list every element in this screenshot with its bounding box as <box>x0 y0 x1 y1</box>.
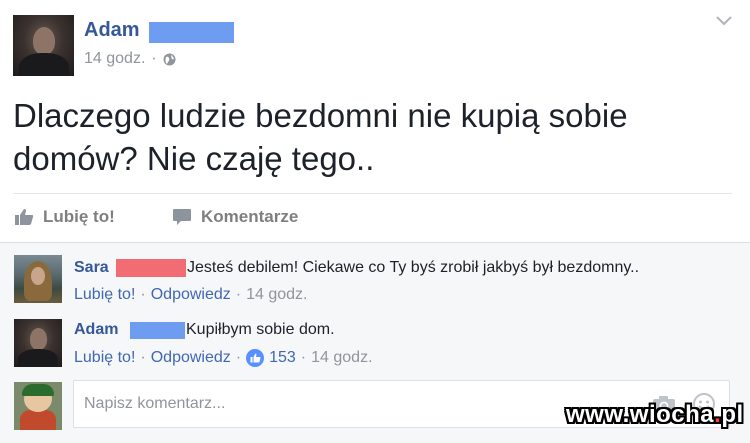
comment-time[interactable]: 14 godz. <box>311 349 372 367</box>
commenter-avatar[interactable] <box>14 255 62 303</box>
meta-separator: · <box>140 349 146 366</box>
watermark: www.wiocha.pl <box>566 401 744 429</box>
divider <box>13 193 732 194</box>
post-text: Dlaczego ludzie bezdomni nie kupią sobie… <box>13 97 628 177</box>
thumbs-up-icon <box>15 209 34 225</box>
globe-icon <box>163 53 176 66</box>
commenter-name[interactable]: Adam <box>74 321 118 339</box>
comment-meta: Lubię to! · Odpowiedz · 14 godz. <box>74 286 307 304</box>
redaction-bar <box>116 259 186 277</box>
watermark-prefix: www.wiocha <box>566 401 715 428</box>
like-badge-icon <box>246 349 265 367</box>
comment-icon <box>173 209 191 225</box>
divider <box>0 242 750 243</box>
like-button[interactable]: Lubię to! <box>14 207 115 227</box>
meta-separator: · <box>300 349 307 366</box>
redaction-bar <box>130 322 185 339</box>
comment-like-link[interactable]: Lubię to! <box>74 286 135 304</box>
author-name[interactable]: Adam <box>84 19 140 42</box>
redaction-bar <box>149 22 234 43</box>
comment-like-count[interactable]: 153 <box>269 349 296 367</box>
commenter-name[interactable]: Sara <box>74 259 109 277</box>
author-avatar[interactable] <box>13 15 74 76</box>
comment-reply-link[interactable]: Odpowiedz <box>151 286 231 304</box>
comment-time[interactable]: 14 godz. <box>246 286 307 304</box>
comment-text: Kupiłbym sobie dom. <box>186 321 335 338</box>
post-meta: 14 godz. · <box>84 50 176 68</box>
meta-separator: · <box>235 349 242 366</box>
comment-button[interactable]: Komentarze <box>172 207 298 227</box>
comment-reply-link[interactable]: Odpowiedz <box>151 349 231 367</box>
commenter-avatar[interactable] <box>14 319 62 367</box>
meta-separator: · <box>151 50 157 67</box>
like-button-label: Lubię to! <box>43 207 115 226</box>
meta-separator: · <box>140 286 146 303</box>
meta-separator: · <box>235 286 242 303</box>
current-user-avatar <box>14 382 62 430</box>
comment-button-label: Komentarze <box>201 207 299 226</box>
comment-meta: Lubię to! · Odpowiedz · 153 · 14 godz. <box>74 349 373 367</box>
comment-like-link[interactable]: Lubię to! <box>74 349 135 367</box>
comment-text: Jesteś debilem! Ciekawe co Ty byś zrobił… <box>187 259 640 276</box>
chevron-down-icon[interactable] <box>714 14 734 28</box>
post-time[interactable]: 14 godz. <box>84 50 145 68</box>
watermark-suffix: pl <box>721 401 744 428</box>
